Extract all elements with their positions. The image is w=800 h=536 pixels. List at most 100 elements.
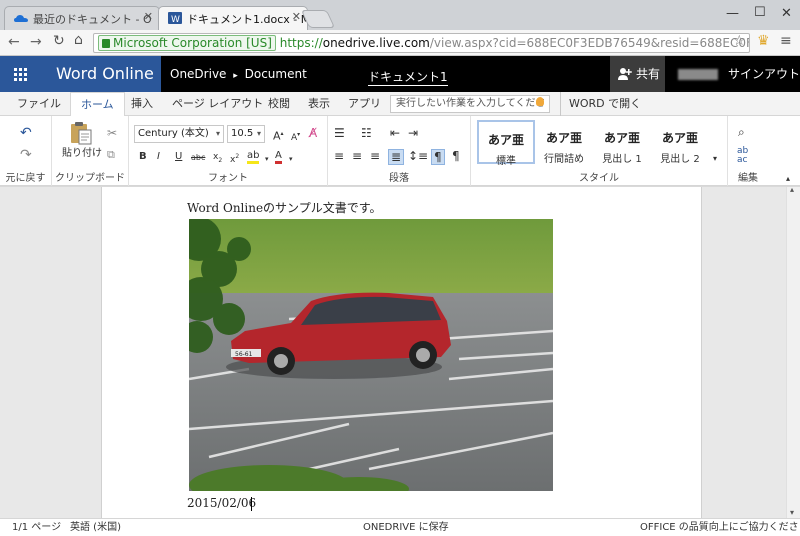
maximize-window-icon[interactable]: ☐ — [754, 5, 766, 20]
replace-icon[interactable]: ab ac — [737, 147, 748, 165]
close-tab-icon[interactable]: ✕ — [292, 10, 301, 23]
paste-clipboard-icon[interactable] — [70, 121, 92, 145]
highlight-color-icon[interactable]: ab — [247, 150, 260, 164]
editing-group-label: 編集 — [738, 173, 758, 184]
align-center-icon[interactable]: ≡ — [352, 149, 362, 163]
breadcrumb: OneDrive ▸ Document — [170, 56, 307, 94]
font-group-label: フォント — [208, 173, 248, 184]
document-image-car[interactable]: 56-61 — [189, 219, 553, 491]
ribbon-home: ↶ ↷ 元に戻す 貼り付け ✂ ⧉ クリップボード Century (本文) ▾ … — [0, 116, 800, 186]
ev-certificate-badge[interactable]: Microsoft Corporation [US] — [98, 35, 276, 51]
brand-title[interactable]: Word Online — [40, 56, 161, 92]
collapse-ribbon-icon[interactable]: ▴ — [786, 172, 790, 186]
lightbulb-icon — [536, 97, 544, 106]
font-name-select[interactable]: Century (本文) ▾ — [134, 125, 224, 143]
status-bar: 1/1 ページ 英語 (米国) ONEDRIVE に保存 OFFICE の品質向… — [0, 518, 800, 536]
tab-apps[interactable]: アプリ — [348, 92, 381, 116]
browser-toolbar: ← → ↻ ⌂ Microsoft Corporation [US] https… — [0, 30, 800, 56]
vertical-scrollbar[interactable]: ▴ ▾ — [786, 185, 800, 518]
language-indicator[interactable]: 英語 (米国) — [70, 519, 121, 536]
tab-review[interactable]: 校閲 — [268, 92, 290, 116]
scroll-up-icon[interactable]: ▴ — [790, 185, 794, 194]
breadcrumb-onedrive[interactable]: OneDrive — [170, 67, 226, 81]
decrease-indent-icon[interactable]: ⇤ — [390, 126, 400, 140]
italic-icon[interactable]: I — [157, 150, 160, 164]
styles-group-label: スタイル — [579, 173, 619, 184]
editing-group: ⌕ ab ac 編集 — [728, 116, 768, 186]
clipboard-group-label: クリップボード — [55, 173, 125, 184]
font-color-icon[interactable]: A — [275, 150, 282, 164]
close-window-icon[interactable]: ✕ — [781, 6, 792, 21]
paragraph-group: ☰ ☷ ⇤ ⇥ ≡ ≡ ≡ ≣ ↕≡ ¶ ¶ 段落 — [328, 116, 471, 186]
increase-indent-icon[interactable]: ⇥ — [408, 126, 418, 140]
tab-home[interactable]: ホーム — [70, 92, 125, 117]
justify-icon[interactable]: ≣ — [388, 149, 405, 165]
forward-arrow-icon[interactable]: → — [30, 34, 42, 50]
minimize-window-icon[interactable]: — — [726, 6, 739, 21]
sign-out-link[interactable]: サインアウト — [728, 56, 800, 92]
bullets-icon[interactable]: ☰ — [334, 126, 345, 140]
style-heading-1[interactable]: あア亜 見出し 1 — [593, 120, 651, 165]
app-launcher-waffle-icon[interactable] — [0, 56, 40, 92]
document-date-line[interactable]: 2015/02/06 — [187, 496, 256, 510]
chevron-down-icon[interactable]: ▾ — [289, 152, 293, 166]
styles-group: あア亜 標準 あア亜 行間詰め あア亜 見出し 1 あア亜 見出し 2 ▾ スタ… — [471, 116, 728, 186]
open-in-word-button[interactable]: WORD で開く — [560, 92, 641, 116]
ribbon-tabs: ファイル ホーム 挿入 ページ レイアウト 校閲 表示 アプリ 実行したい作業を… — [0, 92, 800, 117]
font-group: Century (本文) ▾ 10.5 ▾ A▴ A▾ A̸ B I U abc x… — [129, 116, 328, 186]
browser-tab-recent-docs[interactable]: 最近のドキュメント - O ✕ — [4, 6, 160, 30]
subscript-icon[interactable]: x2 — [213, 150, 222, 168]
close-tab-icon[interactable]: ✕ — [144, 10, 153, 23]
browser-tab-document[interactable]: W ドキュメント1.docx - M ✕ — [158, 6, 308, 30]
breadcrumb-document[interactable]: Document — [245, 67, 307, 81]
rtl-direction-icon[interactable]: ¶ — [452, 149, 460, 163]
align-left-icon[interactable]: ≡ — [334, 149, 344, 163]
undo-icon[interactable]: ↶ — [20, 126, 32, 140]
underline-icon[interactable]: U — [175, 150, 182, 164]
line-spacing-icon[interactable]: ↕≡ — [408, 149, 428, 163]
reload-icon[interactable]: ↻ — [53, 33, 65, 49]
style-no-spacing[interactable]: あア亜 行間詰め — [535, 120, 593, 165]
grow-font-icon[interactable]: A▴ — [273, 127, 284, 144]
bold-icon[interactable]: B — [139, 150, 147, 164]
redo-icon[interactable]: ↷ — [20, 148, 32, 162]
numbering-icon[interactable]: ☷ — [361, 126, 372, 140]
cut-scissors-icon[interactable]: ✂ — [107, 126, 117, 140]
lock-icon — [102, 39, 110, 48]
tab-insert[interactable]: 挿入 — [131, 92, 153, 116]
styles-gallery-expand-icon[interactable]: ▾ — [713, 152, 717, 166]
chevron-down-icon: ▾ — [215, 129, 220, 138]
onedrive-cloud-icon — [14, 15, 28, 22]
scroll-down-icon[interactable]: ▾ — [790, 508, 794, 517]
bookmark-star-icon[interactable]: ☆ — [733, 33, 746, 49]
ltr-direction-icon[interactable]: ¶ — [431, 149, 445, 165]
find-binoculars-icon[interactable]: ⌕ — [738, 125, 745, 139]
extension-crown-icon[interactable]: ♛ — [757, 33, 770, 49]
feedback-link[interactable]: OFFICE の品質向上にご協力ください — [640, 519, 800, 536]
align-right-icon[interactable]: ≡ — [370, 149, 380, 163]
tab-view[interactable]: 表示 — [308, 92, 330, 116]
style-normal[interactable]: あア亜 標準 — [477, 120, 535, 167]
chevron-down-icon: ▾ — [256, 129, 261, 138]
tab-title: 最近のドキュメント - O — [33, 13, 152, 26]
menu-icon[interactable]: ≡ — [780, 33, 792, 49]
style-heading-2[interactable]: あア亜 見出し 2 — [651, 120, 709, 165]
superscript-icon[interactable]: x2 — [230, 150, 239, 167]
chevron-down-icon[interactable]: ▾ — [265, 152, 269, 166]
tab-file[interactable]: ファイル — [17, 92, 61, 116]
clear-formatting-icon[interactable]: A̸ — [309, 126, 317, 140]
breadcrumb-separator: ▸ — [233, 71, 238, 81]
tab-page-layout[interactable]: ページ レイアウト — [172, 92, 263, 116]
strikethrough-icon[interactable]: abc — [191, 151, 205, 165]
tell-me-search-input[interactable]: 実行したい作業を入力してくださ — [390, 95, 550, 113]
shrink-font-icon[interactable]: A▾ — [291, 128, 300, 145]
address-bar[interactable]: Microsoft Corporation [US] https://onedr… — [93, 33, 750, 53]
share-button[interactable]: 共有 — [610, 56, 665, 92]
font-size-select[interactable]: 10.5 ▾ — [227, 125, 265, 143]
document-title[interactable]: ドキュメント1 — [368, 60, 448, 86]
paste-button-label[interactable]: 貼り付け — [62, 147, 102, 161]
back-arrow-icon[interactable]: ← — [8, 34, 20, 50]
document-paragraph[interactable]: Word Onlineのサンプル文書です。 — [187, 199, 382, 216]
copy-icon[interactable]: ⧉ — [107, 148, 115, 162]
home-icon[interactable]: ⌂ — [74, 32, 83, 48]
